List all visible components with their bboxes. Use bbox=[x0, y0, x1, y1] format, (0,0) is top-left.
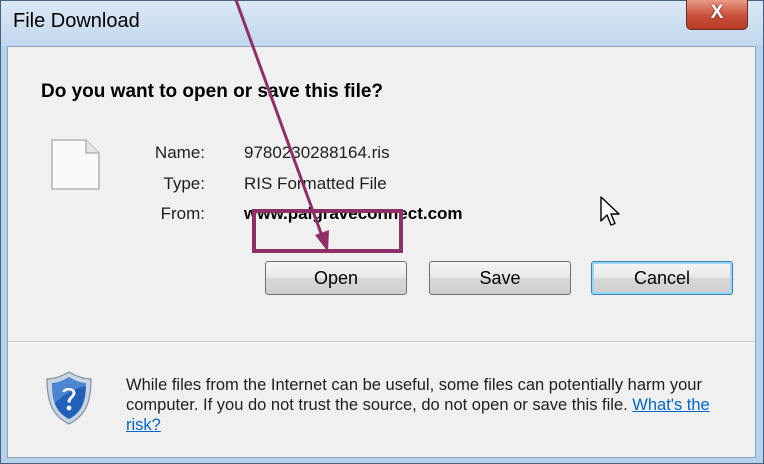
warning-text: While files from the Internet can be use… bbox=[126, 376, 702, 414]
file-download-window: File Download X Do you want to open or s… bbox=[0, 0, 764, 464]
close-button[interactable]: X bbox=[686, 0, 748, 30]
blank-document-icon bbox=[51, 139, 100, 190]
name-value: 9780230288164.ris bbox=[244, 143, 390, 162]
from-label: From: bbox=[160, 204, 205, 223]
open-button[interactable]: Open bbox=[265, 261, 407, 295]
security-shield-question-icon bbox=[46, 371, 92, 425]
name-label: Name: bbox=[154, 143, 205, 162]
mouse-pointer-icon bbox=[600, 196, 620, 226]
close-icon[interactable]: X bbox=[687, 2, 747, 24]
save-button[interactable]: Save bbox=[429, 261, 571, 295]
from-value: www.palgraveconnect.com bbox=[244, 204, 463, 223]
type-value: RIS Formatted File bbox=[244, 174, 387, 193]
type-label: Type: bbox=[163, 174, 205, 193]
separator bbox=[8, 341, 755, 343]
security-warning: While files from the Internet can be use… bbox=[126, 375, 736, 435]
window-title: File Download bbox=[13, 10, 140, 32]
dialog-question: Do you want to open or save this file? bbox=[41, 81, 384, 102]
dialog-body: Do you want to open or save this file? N… bbox=[7, 46, 756, 458]
cancel-button[interactable]: Cancel bbox=[591, 261, 733, 295]
